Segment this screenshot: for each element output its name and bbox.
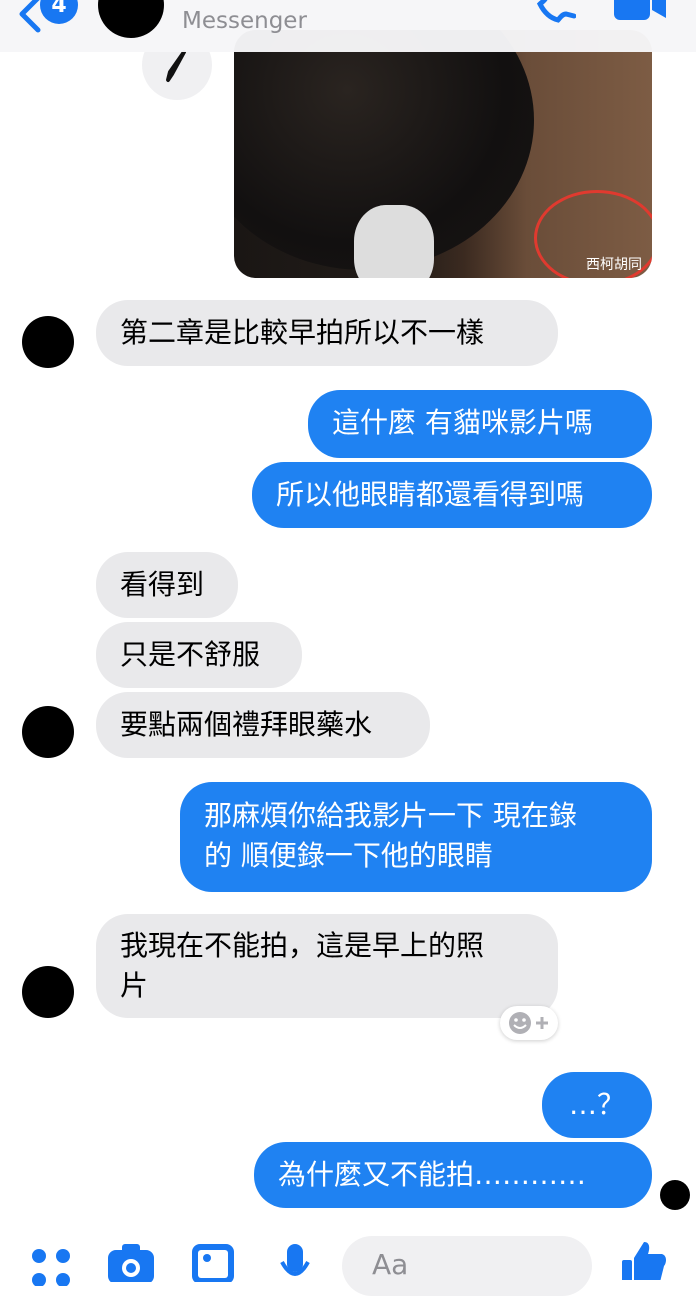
sender-avatar[interactable] bbox=[22, 966, 74, 1018]
gallery-icon[interactable] bbox=[190, 1242, 236, 1282]
message-bubble-outgoing[interactable]: 所以他眼睛都還看得到嗎 bbox=[252, 462, 652, 528]
unread-count: 4 bbox=[51, 0, 67, 18]
contact-subtitle: Messenger bbox=[182, 8, 307, 34]
conversation-header: 4 Messenger bbox=[0, 0, 696, 52]
message-bubble-incoming[interactable]: 我現在不能拍，這是早上的照 片 bbox=[96, 914, 558, 1018]
more-actions-grid-icon[interactable] bbox=[30, 1246, 74, 1286]
message-line: 片 bbox=[120, 969, 149, 1002]
add-reaction-button[interactable] bbox=[500, 1006, 558, 1040]
camera-icon[interactable] bbox=[106, 1242, 156, 1282]
message-line: 那麻煩你給我影片一下 現在錄 bbox=[204, 799, 577, 832]
message-bubble-outgoing[interactable]: 那麻煩你給我影片一下 現在錄 的 順便錄一下他的眼睛 bbox=[180, 782, 652, 892]
message-bubble-outgoing[interactable]: 為什麼又不能拍………… bbox=[254, 1142, 652, 1208]
message-line: 的 順便錄一下他的眼睛 bbox=[204, 839, 493, 872]
photo-watermark: 西柯胡同 bbox=[586, 257, 642, 273]
microphone-icon[interactable] bbox=[280, 1242, 310, 1282]
contact-avatar[interactable] bbox=[98, 0, 164, 38]
sender-avatar[interactable] bbox=[22, 706, 74, 758]
message-input[interactable]: Aa bbox=[342, 1236, 592, 1296]
unread-count-badge[interactable]: 4 bbox=[40, 0, 78, 24]
message-bubble-incoming[interactable]: 只是不舒服 bbox=[96, 622, 302, 688]
message-bubble-outgoing[interactable]: 這什麼 有貓咪影片嗎 bbox=[308, 390, 652, 458]
shared-photo[interactable]: 西柯胡同 bbox=[234, 30, 652, 278]
thumbs-up-icon[interactable] bbox=[620, 1240, 668, 1280]
video-call-icon[interactable] bbox=[612, 0, 668, 22]
seen-receipt-avatar bbox=[660, 1180, 690, 1210]
phone-call-icon[interactable] bbox=[526, 0, 576, 26]
sender-avatar[interactable] bbox=[22, 316, 74, 368]
message-bubble-incoming[interactable]: 第二章是比較早拍所以不一樣 bbox=[96, 300, 558, 366]
message-bubble-incoming[interactable]: 看得到 bbox=[96, 552, 238, 618]
message-bubble-outgoing[interactable]: …？ bbox=[542, 1072, 652, 1138]
message-line: 我現在不能拍，這是早上的照 bbox=[120, 929, 485, 962]
message-bubble-incoming[interactable]: 要點兩個禮拜眼藥水 bbox=[96, 692, 430, 758]
photo-cat-paw bbox=[354, 205, 434, 278]
smiley-plus-icon bbox=[509, 1012, 548, 1034]
